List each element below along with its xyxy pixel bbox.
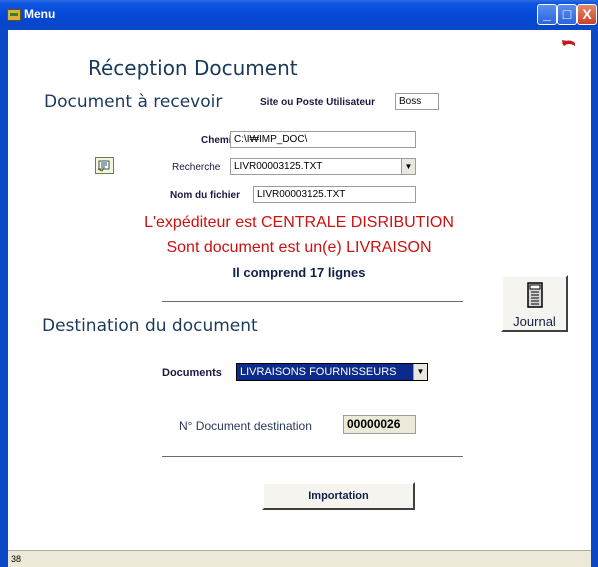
back-arrow-icon[interactable] xyxy=(560,37,578,51)
journal-label: Journal xyxy=(513,314,556,329)
nom-fichier-field[interactable]: LIVR00003125.TXT xyxy=(253,186,416,203)
section-title-document: Document à recevoir xyxy=(44,92,223,112)
import-button[interactable]: Importation xyxy=(262,482,415,510)
document-type-message: Sont document est un(e) LIVRAISON xyxy=(166,239,432,256)
title-bar: Menu _ □ X xyxy=(0,0,598,30)
destination-number-label: N° Document destination xyxy=(179,419,312,433)
recherche-value: LIVR00003125.TXT xyxy=(234,161,323,172)
folder-icon xyxy=(97,160,110,172)
page-title: Réception Document xyxy=(88,56,298,80)
window-frame-left xyxy=(0,30,8,567)
chemin-field[interactable]: C:\I₩IMP_DOC\ xyxy=(230,131,416,148)
browse-folder-button[interactable] xyxy=(95,157,114,174)
window-frame-right xyxy=(591,30,598,567)
separator-bottom xyxy=(162,456,463,457)
status-bar: 38 xyxy=(8,550,591,567)
expediteur-message: L'expéditeur est CENTRALE DISRIBUTION xyxy=(144,214,454,231)
close-button[interactable]: X xyxy=(577,4,597,25)
window-title: Menu xyxy=(24,7,56,21)
destination-number-field[interactable]: 00000026 xyxy=(343,415,416,434)
chevron-down-icon[interactable]: ▼ xyxy=(413,364,427,380)
journal-button[interactable]: Journal xyxy=(501,275,568,332)
documents-select[interactable]: LIVRAISONS FOURNISSEURS ▼ xyxy=(236,363,428,381)
recherche-label: Recherche xyxy=(172,162,221,173)
recherche-select[interactable]: LIVR00003125.TXT ▼ xyxy=(230,158,416,175)
chevron-down-icon[interactable]: ▼ xyxy=(401,159,415,174)
documents-label: Documents xyxy=(162,367,222,379)
nom-fichier-label: Nom du fichier xyxy=(170,190,241,201)
app-icon xyxy=(7,9,21,21)
site-label: Site ou Poste Utilisateur xyxy=(260,97,376,108)
section-title-destination: Destination du document xyxy=(42,316,258,336)
site-field[interactable]: Boss xyxy=(395,93,439,110)
journal-icon xyxy=(527,282,543,308)
separator-top xyxy=(162,301,463,302)
maximize-button[interactable]: □ xyxy=(557,4,577,25)
minimize-button[interactable]: _ xyxy=(537,4,557,25)
documents-value: LIVRAISONS FOURNISSEURS xyxy=(240,366,397,378)
